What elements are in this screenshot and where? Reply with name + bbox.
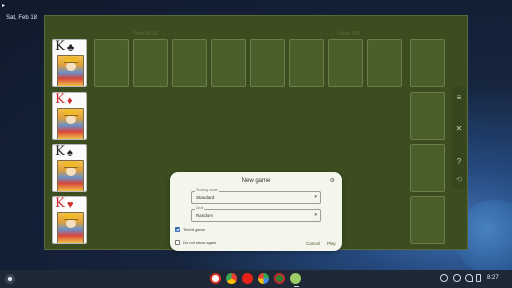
- tableau-slot-2[interactable]: [133, 39, 168, 87]
- scoring-mode-value: Standard: [196, 195, 215, 200]
- cancel-button[interactable]: Cancel: [306, 241, 320, 246]
- game-timer: Time 00:31: [133, 31, 158, 37]
- king-face-illustration: [57, 160, 84, 191]
- heart-suit-icon: ♥: [67, 199, 74, 211]
- shelf-clock[interactable]: 8:27: [487, 275, 499, 281]
- tableau-slot-5[interactable]: [250, 39, 285, 87]
- king-face-illustration: [57, 55, 84, 86]
- timed-game-label: Timed game: [183, 227, 206, 232]
- diamond-suit-icon: ♦: [67, 95, 73, 107]
- chrome-icon[interactable]: [226, 273, 237, 284]
- card-rank: K: [55, 144, 65, 159]
- cursor-arrow-icon: ▸: [2, 3, 6, 9]
- tableau-slot-1[interactable]: [94, 39, 129, 87]
- window-titlebar[interactable]: [45, 16, 467, 38]
- tableau-slot-4[interactable]: [211, 39, 246, 87]
- dropdown-arrow-icon: ▾: [314, 194, 317, 200]
- king-face-illustration: [57, 212, 84, 243]
- menu-icon[interactable]: ≡: [452, 93, 466, 102]
- card-rank: K: [55, 39, 65, 54]
- game-side-rail: ≡ ✕ ? ⟲: [452, 87, 466, 189]
- youtube-icon[interactable]: [242, 273, 253, 284]
- dropdown-arrow-icon: ▾: [314, 212, 317, 218]
- new-game-dialog: New game ⚙ Scoring mode Standard ▾ Deal …: [170, 172, 342, 251]
- foundation-slot-2[interactable]: [410, 92, 445, 140]
- screen-record-icon[interactable]: [440, 274, 448, 282]
- wifi-icon[interactable]: [465, 274, 473, 282]
- game-score: Score 400: [337, 31, 360, 37]
- card-rank: K: [55, 196, 65, 211]
- card-king-spades[interactable]: K ♠: [52, 144, 87, 192]
- help-icon[interactable]: ?: [452, 157, 466, 166]
- tableau-slot-8[interactable]: [367, 39, 402, 87]
- foundation-slot-3[interactable]: [410, 144, 445, 192]
- dialog-title: New game: [241, 178, 271, 184]
- timed-game-checkbox[interactable]: [175, 227, 180, 232]
- solitaire-icon[interactable]: [274, 273, 285, 284]
- gmail-icon[interactable]: [210, 273, 221, 284]
- deal-label: Deal: [195, 206, 205, 210]
- card-king-diamonds[interactable]: K ♦: [52, 92, 87, 140]
- card-king-hearts[interactable]: K ♥: [52, 196, 87, 244]
- close-icon[interactable]: ✕: [452, 124, 466, 133]
- undo-icon[interactable]: ⟲: [452, 175, 466, 184]
- deal-select[interactable]: Deal Random ▾: [191, 206, 321, 222]
- battery-icon[interactable]: [476, 274, 481, 282]
- settings-icon[interactable]: ⚙: [330, 177, 335, 184]
- play-store-icon[interactable]: [258, 273, 269, 284]
- play-button[interactable]: Play: [327, 241, 336, 246]
- do-not-show-label: Do not show again: [183, 240, 217, 245]
- tableau-slot-6[interactable]: [289, 39, 324, 87]
- launcher-icon[interactable]: [5, 274, 15, 284]
- foundation-slot-1[interactable]: [410, 39, 445, 87]
- foundation-slot-4[interactable]: [410, 196, 445, 244]
- vpn-icon[interactable]: [453, 274, 461, 282]
- running-indicator: [294, 286, 299, 287]
- king-face-illustration: [57, 108, 84, 139]
- card-rank: K: [55, 92, 65, 107]
- scoring-mode-label: Scoring mode: [195, 188, 219, 192]
- card-king-clubs[interactable]: K ♣: [52, 39, 87, 87]
- club-suit-icon: ♣: [67, 42, 75, 54]
- tableau-slot-7[interactable]: [328, 39, 363, 87]
- tableau-slot-3[interactable]: [172, 39, 207, 87]
- spade-suit-icon: ♠: [67, 147, 73, 159]
- desktop-date: Sat, Feb 18: [6, 15, 38, 21]
- android-app-icon[interactable]: [290, 273, 301, 284]
- deal-value: Random: [196, 213, 214, 218]
- system-shelf: 8:27: [0, 270, 512, 288]
- scoring-mode-select[interactable]: Scoring mode Standard ▾: [191, 188, 321, 204]
- do-not-show-checkbox[interactable]: [175, 240, 180, 245]
